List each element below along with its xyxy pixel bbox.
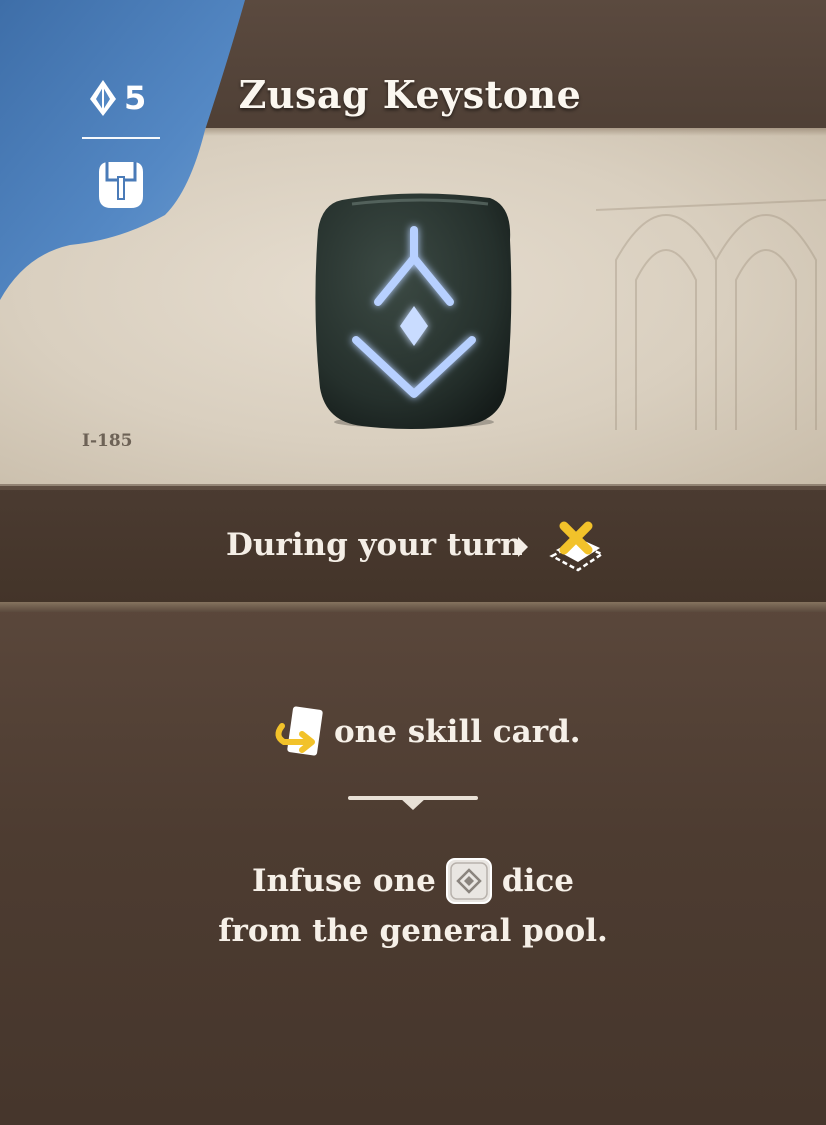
rune-stone-image [315, 193, 512, 429]
item-card: 5 Zusag Keystone I-185 During your turn … [0, 0, 826, 1125]
effect-line-2: Infuse one dice from the general pool. [0, 856, 826, 956]
cost-value: 5 [124, 79, 147, 117]
dice-icon [445, 858, 492, 904]
swap-card-icon [275, 706, 323, 756]
exhaust-card-icon [549, 521, 605, 572]
card-code: I-185 [82, 431, 133, 451]
arches-sketch [596, 199, 826, 430]
arrow-right-icon [518, 537, 528, 557]
trigger-edge [0, 484, 826, 490]
cost-display: 5 [88, 78, 160, 118]
effect-divider [348, 796, 478, 810]
crystal-shard-icon [90, 80, 116, 116]
corner-divider [82, 137, 160, 139]
card-title: Zusag Keystone [238, 72, 582, 117]
trigger-text: During your turn [226, 527, 523, 563]
effect-line-2-suffix: dice [501, 863, 574, 899]
effect-line-2-prefix: Infuse one [252, 863, 436, 899]
body-edge [0, 602, 826, 612]
effect-line-3-text: from the general pool. [218, 913, 608, 949]
effect-line-1-text: one skill card. [334, 714, 581, 750]
satchel-icon [99, 162, 143, 208]
effect-line-1: one skill card. [272, 706, 581, 758]
cost-corner [0, 0, 245, 300]
